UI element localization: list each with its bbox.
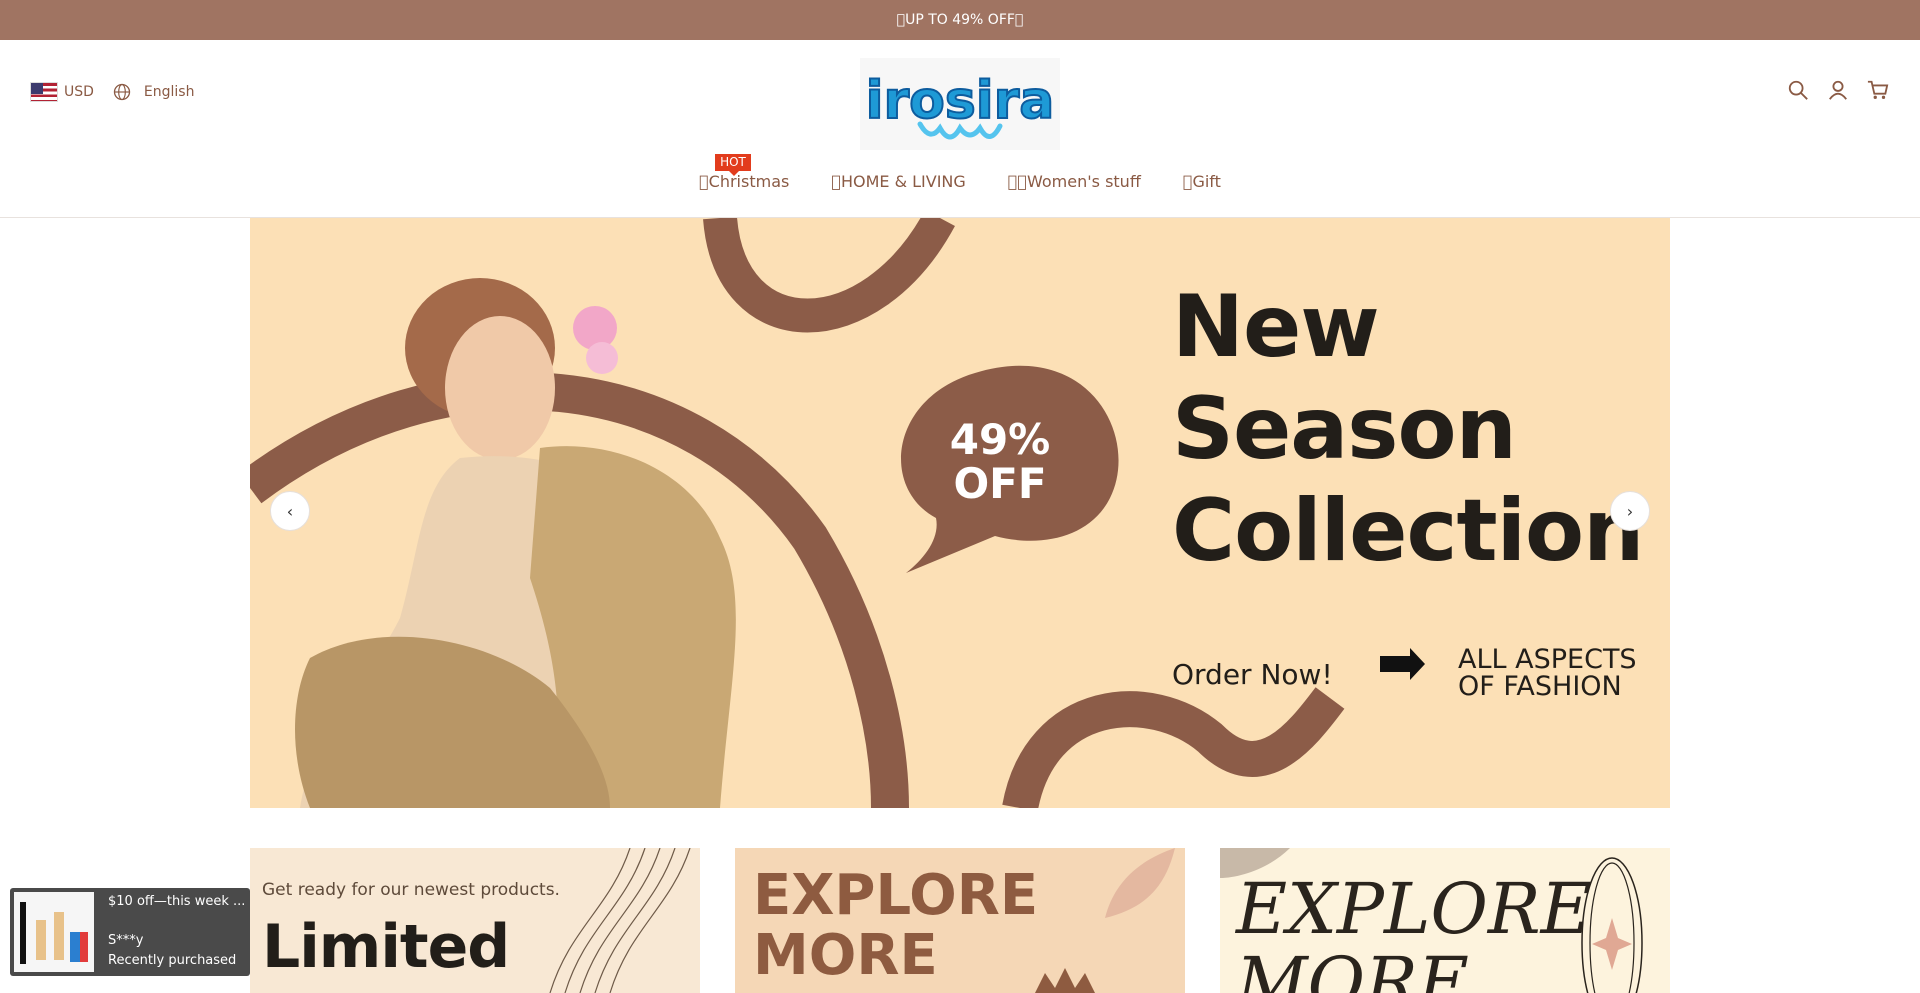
hero-title: New Season Collection [1172, 276, 1644, 582]
announcement-bar:  UP TO 49% OFF  [0, 0, 1920, 40]
fashion-tagline: ALL ASPECTS OF FASHION [1458, 646, 1637, 700]
promo-card-explore-more-alt[interactable]: EXPLORE MORE [1220, 848, 1670, 993]
chevron-left-icon: ‹ [286, 501, 294, 521]
language-selector[interactable]: English [144, 84, 195, 100]
irosira-logo: irosira [860, 58, 1060, 150]
chevron-right-icon: › [1626, 501, 1634, 521]
promo-title-line: EXPLORE [1236, 868, 1592, 950]
promo-cards: Get ready for our newest products. Limit… [250, 848, 1670, 993]
nav-label:  Gift [1182, 172, 1221, 191]
hero-title-line: New [1172, 277, 1380, 377]
recent-purchase-popup[interactable]: $10 off—this week ... S***y Recently pur… [10, 888, 250, 976]
svg-text:irosira: irosira [866, 71, 1055, 131]
brand-logo[interactable]: irosira [860, 58, 1060, 150]
promo-title-line: MORE [753, 923, 938, 988]
promo-card-limited[interactable]: Get ready for our newest products. Limit… [250, 848, 700, 993]
promo-title-line: EXPLORE [753, 863, 1039, 928]
site-header: USD English irosira HOT  Christmas [0, 40, 1920, 218]
promo-card-explore-more[interactable]: EXPLORE MORE [735, 848, 1185, 993]
carousel-prev-button[interactable]: ‹ [270, 491, 310, 531]
promo-title: Limited [262, 912, 510, 982]
discount-bubble: 49% OFF [925, 418, 1075, 506]
search-icon[interactable] [1786, 78, 1810, 102]
tagline-line: ALL ASPECTS [1458, 644, 1637, 675]
promo-subtitle: Get ready for our newest products. [262, 880, 560, 900]
nav-item-womens-stuff[interactable]:   Women's stuff [1004, 172, 1145, 191]
account-icon[interactable] [1826, 78, 1850, 102]
popup-customer-name: S***y [108, 933, 144, 948]
discount-off: OFF [953, 459, 1047, 508]
header-actions [1786, 78, 1890, 102]
carousel-next-button[interactable]: › [1610, 491, 1650, 531]
locale-selector: USD English [30, 82, 194, 102]
tagline-line: OF FASHION [1458, 671, 1622, 702]
hero-title-line: Collection [1172, 481, 1644, 581]
product-thumbnail [14, 892, 94, 972]
cart-icon[interactable] [1866, 78, 1890, 102]
order-now-text: Order Now! [1172, 658, 1333, 691]
popup-subtitle: Recently purchased [108, 953, 237, 968]
hot-badge: HOT [715, 154, 751, 176]
promo-title: EXPLORE MORE [753, 866, 1038, 986]
globe-icon[interactable] [112, 82, 132, 102]
main-navigation: HOT  Christmas  HOME & LIVING   Women's … [0, 154, 1920, 191]
popup-title: $10 off—this week ... [108, 894, 246, 909]
promo-title: EXPLORE MORE [1236, 872, 1592, 993]
announcement-text:  UP TO 49% OFF  [896, 12, 1024, 28]
currency-selector[interactable]: USD [64, 84, 94, 100]
nav-label:  Christmas [699, 172, 790, 191]
hero-title-line: Season [1172, 379, 1517, 479]
promo-title-line: MORE [1236, 942, 1469, 993]
nav-item-gift[interactable]:  Gift [1179, 172, 1225, 191]
discount-percent: 49% [949, 415, 1051, 464]
nav-label:  HOME & LIVING [831, 172, 966, 191]
hero-banner[interactable]: New Season Collection 49% OFF Order Now!… [250, 218, 1670, 808]
nav-item-home-living[interactable]:  HOME & LIVING [827, 172, 969, 191]
us-flag-icon[interactable] [30, 82, 58, 102]
nav-label:   Women's stuff [1007, 172, 1141, 191]
nav-item-christmas[interactable]: HOT  Christmas [695, 154, 793, 191]
